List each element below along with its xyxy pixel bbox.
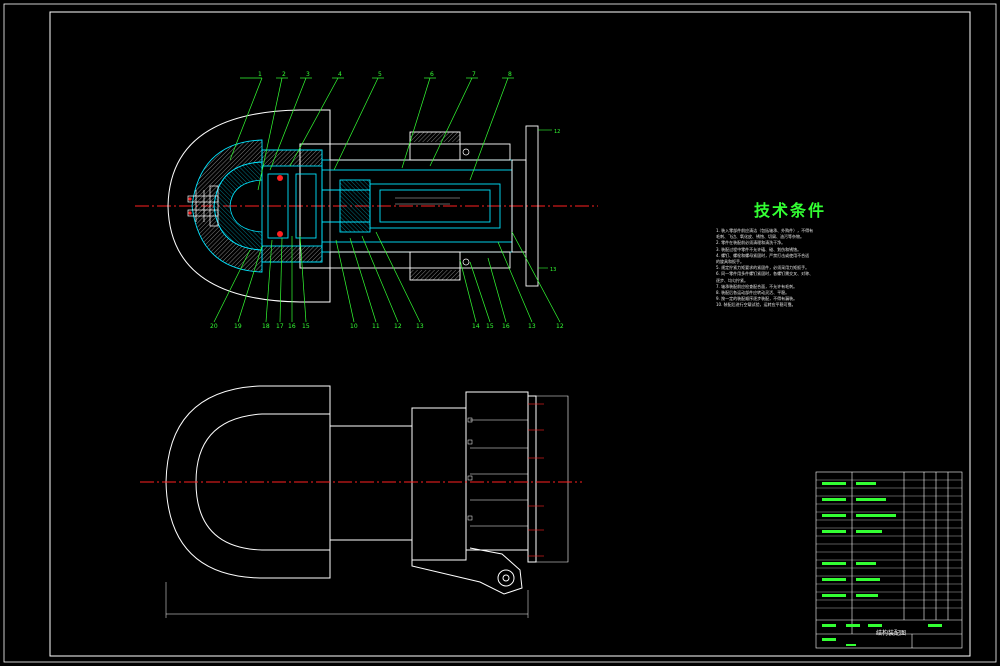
exterior-view: [165, 385, 569, 618]
ball-bearing: [277, 175, 283, 181]
top-part-numbers: 1 2 3 4 5 6 7 8: [258, 71, 512, 78]
bolt-mark: [188, 211, 192, 215]
sheet-inner-border: [49, 11, 971, 657]
right-callouts: [538, 129, 552, 269]
tech-requirements-notes: 1. 装入零部件前应清洁（包括轴承、外购件），不得有 毛刺、飞边、氧化皮、锈蚀、…: [716, 228, 840, 309]
mount-bolt: [462, 258, 470, 266]
part-number: 20: [210, 323, 218, 330]
part-number: 19: [234, 323, 242, 330]
tech-requirements-title: 技术条件: [754, 201, 827, 220]
flange-outline: [536, 395, 569, 563]
note-line: 10. 装配后进行空载试验，运转应平稳可靠。: [716, 302, 796, 308]
part-number: 7: [472, 71, 476, 78]
part-number: 13: [416, 323, 424, 330]
part-number: 1: [258, 71, 262, 78]
title-block-name: 结构装配图: [876, 629, 906, 637]
part-number: 16: [502, 323, 510, 330]
part-number: 4: [338, 71, 342, 78]
part-number: 12: [394, 323, 402, 330]
bolt-mark: [188, 197, 192, 201]
lifting-bracket: [411, 547, 523, 595]
flange-plate: [527, 395, 537, 563]
mount-bolt: [462, 148, 470, 156]
ball-bearing: [277, 231, 283, 237]
part-number: 8: [508, 71, 512, 78]
part-number: 5: [378, 71, 382, 78]
part-number: 15: [302, 323, 310, 330]
part-number: 10: [350, 323, 358, 330]
part-number: 3: [306, 71, 310, 78]
part-number: 11: [372, 323, 380, 330]
part-number: 14: [472, 323, 480, 330]
right-callout-top: 12: [554, 129, 560, 135]
part-number: 2: [282, 71, 286, 78]
bracket-pin-hole: [502, 574, 510, 582]
cad-drawing-sheet: 12 13 1 2 3 4 5 6 7 8 20 19 18 17 16 15 …: [3, 3, 997, 663]
part-number: 16: [288, 323, 296, 330]
sheet-outer-border: [3, 3, 997, 663]
section-view: 12 13 1 2 3 4 5 6 7 8 20 19 18 17 16 15 …: [135, 71, 598, 330]
bottom-leaders: [213, 231, 561, 323]
bolt-square: [467, 475, 473, 481]
part-number: 6: [430, 71, 434, 78]
part-number: 18: [262, 323, 270, 330]
top-leaders: [229, 77, 514, 191]
bottom-part-numbers: 20 19 18 17 16 15 10 11 12 13 14 15 16 1…: [210, 323, 564, 330]
part-number: 17: [276, 323, 284, 330]
part-number: 12: [556, 323, 564, 330]
body-block-2: [465, 391, 529, 551]
part-number: 13: [528, 323, 536, 330]
body-block: [411, 407, 467, 561]
right-callout-bottom: 13: [550, 267, 556, 273]
bolt-square: [467, 515, 473, 521]
part-number: 15: [486, 323, 494, 330]
bolt-square: [467, 439, 473, 445]
bracket-pin: [497, 569, 515, 587]
